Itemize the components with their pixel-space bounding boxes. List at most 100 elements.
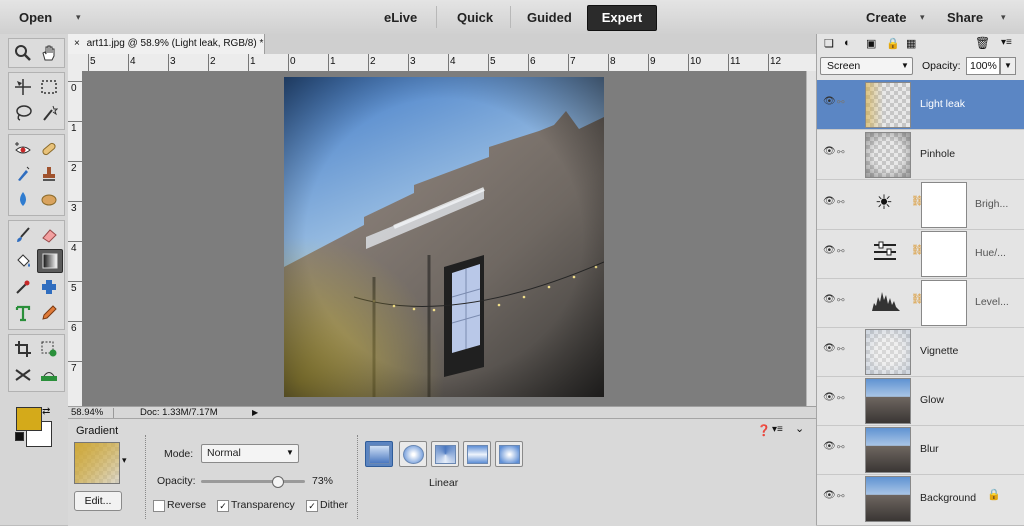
collapse-panel-icon[interactable]: ⌄	[795, 422, 804, 435]
pencil-tool-icon[interactable]	[37, 302, 61, 324]
spot-healing-tool-icon[interactable]	[37, 138, 61, 160]
swap-colors-icon[interactable]: ⇄	[42, 406, 50, 417]
layer-name[interactable]: Brigh...	[975, 198, 1008, 210]
gradient-tool-icon[interactable]	[37, 249, 63, 273]
layer-mask-thumbnail[interactable]	[921, 280, 967, 326]
layer-name[interactable]: Vignette	[920, 345, 958, 357]
mode-elive[interactable]: eLive	[384, 10, 417, 25]
red-eye-tool-icon[interactable]	[11, 138, 35, 160]
layer-name[interactable]: Light leak	[920, 98, 965, 110]
share-button[interactable]: Share	[947, 10, 983, 25]
visibility-eye-icon[interactable]: 👁	[823, 196, 836, 207]
blend-mode-select[interactable]: Screen ▼	[820, 57, 913, 75]
quick-selection-tool-icon[interactable]	[37, 102, 61, 124]
link-icon[interactable]: ⚯	[837, 295, 845, 306]
gradient-picker-dropdown-icon[interactable]: ▾	[122, 455, 127, 466]
layer-row-blur[interactable]: 👁 ⚯ Blur	[817, 425, 1024, 475]
visibility-eye-icon[interactable]: 👁	[823, 392, 836, 403]
visibility-eye-icon[interactable]: 👁	[823, 146, 836, 157]
diamond-gradient-button[interactable]	[495, 441, 523, 467]
layer-name[interactable]: Level...	[975, 296, 1009, 308]
zoom-tool-icon[interactable]	[11, 42, 35, 64]
visibility-eye-icon[interactable]: 👁	[823, 441, 836, 452]
adjustment-layer-icon[interactable]: ◐	[844, 37, 851, 49]
layer-row-light-leak[interactable]: 👁 ⚯ Light leak	[817, 80, 1024, 130]
brush-tool-icon[interactable]	[11, 224, 35, 246]
opacity-slider-track[interactable]	[201, 476, 305, 488]
layer-thumbnail[interactable]	[865, 82, 911, 128]
layer-opacity-input[interactable]: 100%	[966, 57, 1000, 75]
reverse-checkbox[interactable]	[153, 500, 165, 512]
crop-tool-icon[interactable]	[11, 338, 35, 360]
layer-thumbnail[interactable]	[865, 378, 911, 424]
options-menu-icon[interactable]: ▾≡	[772, 424, 783, 435]
delete-layer-icon[interactable]: 🗑	[975, 36, 990, 50]
marquee-tool-icon[interactable]	[37, 76, 61, 98]
layer-row-brightness[interactable]: 👁 ⚯ ☀ ⛓ Brigh...	[817, 180, 1024, 230]
visibility-eye-icon[interactable]: 👁	[823, 96, 836, 107]
background-lock-icon[interactable]: 🔒	[987, 488, 1001, 501]
layer-row-levels[interactable]: 👁 ⚯ ⛓ Level...	[817, 278, 1024, 328]
foreground-color-chip[interactable]	[16, 407, 42, 431]
dither-checkbox[interactable]: ✓	[306, 500, 318, 512]
blur-tool-icon[interactable]	[11, 188, 35, 210]
document-tab[interactable]: × art11.jpg @ 58.9% (Light leak, RGB/8) …	[68, 34, 265, 54]
layer-name[interactable]: Background	[920, 492, 976, 504]
close-document-icon[interactable]: ×	[74, 38, 80, 49]
new-layer-icon[interactable]: ❏	[824, 37, 834, 50]
layer-thumbnail[interactable]	[865, 476, 911, 522]
layer-thumbnail[interactable]	[865, 329, 911, 375]
mode-expert[interactable]: Expert	[587, 5, 657, 31]
create-dropdown-icon[interactable]: ▾	[920, 12, 925, 23]
visibility-eye-icon[interactable]: 👁	[823, 490, 836, 501]
move-tool-icon[interactable]	[11, 76, 35, 98]
layer-name[interactable]: Pinhole	[920, 148, 955, 160]
layer-mask-icon[interactable]: ▣	[866, 37, 876, 50]
eyedropper-tool-icon[interactable]	[11, 276, 35, 298]
layer-row-vignette[interactable]: 👁 ⚯ Vignette	[817, 327, 1024, 377]
gradient-preview[interactable]	[74, 442, 120, 484]
smart-brush-tool-icon[interactable]	[11, 163, 35, 185]
create-button[interactable]: Create	[866, 10, 906, 25]
clone-stamp-tool-icon[interactable]	[37, 163, 61, 185]
link-icon[interactable]: ⚯	[837, 344, 845, 355]
content-aware-move-tool-icon[interactable]	[11, 364, 35, 386]
recompose-tool-icon[interactable]	[37, 338, 61, 360]
sponge-tool-icon[interactable]	[37, 188, 61, 210]
radial-gradient-button[interactable]	[399, 441, 427, 467]
open-dropdown-icon[interactable]: ▾	[76, 12, 81, 23]
lasso-tool-icon[interactable]	[11, 102, 35, 124]
eraser-tool-icon[interactable]	[37, 224, 61, 246]
layer-mask-thumbnail[interactable]	[921, 231, 967, 277]
link-icon[interactable]: ⚯	[837, 442, 845, 453]
link-icon[interactable]: ⚯	[837, 97, 845, 108]
angle-gradient-button[interactable]	[431, 441, 459, 467]
type-tool-icon[interactable]	[11, 302, 35, 324]
layer-row-background[interactable]: 👁 ⚯ Background 🔒	[817, 474, 1024, 523]
edit-gradient-button[interactable]: Edit...	[74, 491, 122, 511]
layer-row-hue-saturation[interactable]: 👁 ⚯ ⛓ Hue/...	[817, 229, 1024, 279]
link-icon[interactable]: ⚯	[837, 147, 845, 158]
linear-gradient-button[interactable]	[365, 441, 393, 467]
reflected-gradient-button[interactable]	[463, 441, 491, 467]
visibility-eye-icon[interactable]: 👁	[823, 343, 836, 354]
opacity-slider-handle[interactable]	[271, 476, 284, 488]
default-colors-icon[interactable]	[15, 432, 24, 441]
layers-menu-icon[interactable]: ▾≡	[1001, 37, 1012, 48]
mode-guided[interactable]: Guided	[527, 10, 572, 25]
help-icon[interactable]: ❓	[757, 424, 771, 437]
straighten-tool-icon[interactable]	[37, 364, 61, 386]
link-icon[interactable]: ⚯	[837, 393, 845, 404]
link-icon[interactable]: ⚯	[837, 246, 845, 257]
photo-canvas[interactable]	[284, 77, 604, 397]
visibility-eye-icon[interactable]: 👁	[823, 245, 836, 256]
lock-all-icon[interactable]: 🔒	[886, 37, 900, 50]
layer-row-glow[interactable]: 👁 ⚯ Glow	[817, 376, 1024, 426]
mode-quick[interactable]: Quick	[457, 10, 493, 25]
link-icon[interactable]: ⚯	[837, 491, 845, 502]
layer-opacity-dropdown-icon[interactable]: ▼	[1000, 57, 1016, 75]
layer-name[interactable]: Hue/...	[975, 247, 1006, 259]
mode-select[interactable]: Normal ▼	[201, 444, 299, 463]
link-icon[interactable]: ⚯	[837, 197, 845, 208]
visibility-eye-icon[interactable]: 👁	[823, 294, 836, 305]
